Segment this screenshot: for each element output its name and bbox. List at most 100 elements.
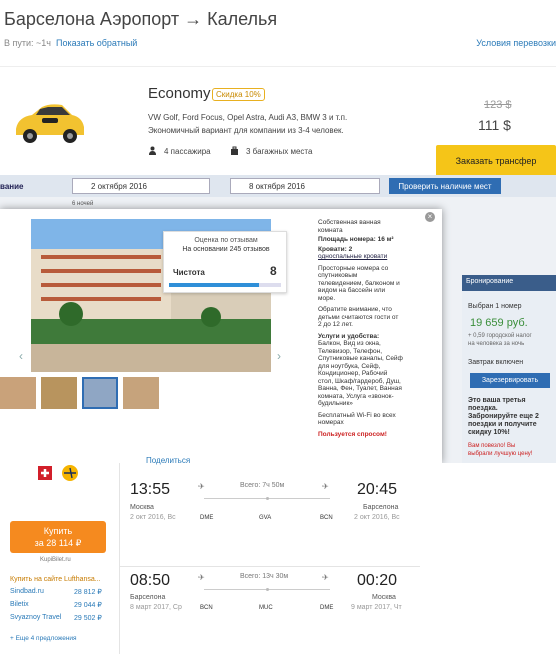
agency-price[interactable]: 28 812 ₽ <box>74 588 102 596</box>
conditions-link[interactable]: Условия перевозки <box>476 38 556 48</box>
amenities-list: комната, Услуга «звонок- <box>318 392 394 400</box>
room-description: Просторные номера со <box>318 264 389 272</box>
vendor-name: KupiBilet.ru <box>40 557 71 563</box>
loyalty-text: Забронируйте еще 2 <box>468 413 539 420</box>
check-availability-button[interactable]: Проверить наличие мест <box>389 178 501 194</box>
flight-offer-card: Поделиться Купить за 28 114 ₽ KupiBilet.… <box>0 456 556 654</box>
loyalty-text: поездка. <box>468 405 498 412</box>
luggage-icon <box>231 146 238 155</box>
wifi-note: номерах <box>318 419 344 426</box>
old-price: 123 $ <box>484 99 512 111</box>
popular-badge: Пользуется спросом! <box>318 430 387 438</box>
buy-ticket-button[interactable]: Купить за 28 114 ₽ <box>10 521 106 553</box>
checkin-select[interactable]: 2 октября 2016 <box>72 178 210 194</box>
loyalty-text: Это ваша третья <box>468 397 526 404</box>
cleanliness-label: Чистота <box>173 268 205 277</box>
agency-price[interactable]: 29 502 ₽ <box>74 614 102 622</box>
arrival-time: 20:45 <box>357 481 398 498</box>
share-link[interactable]: Поделиться <box>146 456 190 465</box>
taxi-car-image <box>16 104 84 143</box>
airport-code: MUC <box>259 605 273 611</box>
car-class-name: Economy <box>148 85 211 102</box>
takeoff-icon: ✈ <box>198 573 205 582</box>
amenities-list: для ноутбука, Сейф, <box>318 362 381 370</box>
photo-thumbnail[interactable] <box>0 377 36 409</box>
reserve-button[interactable]: Зарезервировать <box>470 373 550 388</box>
class-description: Экономичный вариант для компании из 3-4 … <box>148 126 344 135</box>
children-note: 2 до 12 лет. <box>318 321 353 328</box>
photo-thumbnail-selected[interactable] <box>82 377 118 409</box>
takeoff-icon: ✈ <box>198 482 205 491</box>
stop-dot <box>266 588 269 591</box>
booking-panel: Выбран 1 номер 19 659 руб. + 0,59 городс… <box>462 291 556 463</box>
cleanliness-bar-fill <box>169 283 259 287</box>
departure-date: 2 окт 2016, Вс <box>130 514 176 521</box>
date-search-bar: вание 2 октября 2016 8 октября 2016 Пров… <box>0 175 556 197</box>
show-return-link[interactable]: Показать обратный <box>56 38 137 48</box>
airport-code: GVA <box>259 515 272 521</box>
amenities-list: Кондиционер, Рабочий <box>318 370 388 377</box>
car-models: VW Golf, Ford Focus, Opel Astra, Audi A3… <box>148 113 348 122</box>
current-price: 111 $ <box>478 117 511 133</box>
person-icon <box>149 146 156 155</box>
airline-logos <box>38 465 78 481</box>
buy-price: за 28 114 ₽ <box>34 537 82 548</box>
more-offers-link[interactable]: + Еще 4 предложения <box>10 635 77 642</box>
airline-site-link[interactable]: Купить на сайте Lufthansa... <box>10 576 101 583</box>
transfer-card: Economy Скидка 10% VW Golf, Ford Focus, … <box>0 66 556 182</box>
checkout-select[interactable]: 8 октября 2016 <box>230 178 380 194</box>
landing-icon: ✈ <box>322 482 329 491</box>
airport-code: DME <box>200 515 214 521</box>
order-transfer-button[interactable]: Заказать трансфер <box>436 145 556 177</box>
room-details-modal: × Оценка по отзывам На основании 245 отз… <box>0 209 442 463</box>
loyalty-text: поездки и получите <box>468 421 537 428</box>
agency-name[interactable]: Svyaznoy Travel <box>10 614 61 621</box>
nights-count: 6 ночей <box>72 201 94 207</box>
room-description: море. <box>318 294 336 302</box>
amenities-list: Спутниковые каналы, Сейф <box>318 355 403 362</box>
private-bathroom-text: комната <box>318 226 343 234</box>
room-description: спутниковым <box>318 272 358 279</box>
landing-icon: ✈ <box>322 573 329 582</box>
flight-duration: Всего: 7ч 50м <box>240 482 285 489</box>
photo-thumbnail[interactable] <box>41 377 77 409</box>
room-details-list: Собственная ванная комната Площадь номер… <box>318 219 428 438</box>
buy-label: Купить <box>43 525 73 536</box>
arrival-city: Москва <box>372 594 396 601</box>
children-note: Обратите внимание, что <box>318 306 392 313</box>
cleanliness-bar <box>169 283 281 287</box>
rating-popup: Оценка по отзывам На основании 245 отзыв… <box>163 231 287 293</box>
departure-city: Москва <box>130 504 154 511</box>
best-price-text: выбрали лучшую цену! <box>468 451 533 457</box>
next-photo-icon[interactable]: › <box>272 349 286 363</box>
photo-thumbnail[interactable] <box>123 377 159 409</box>
trip-duration: В пути: ~1ч <box>4 38 51 48</box>
section-label: вание <box>0 182 24 191</box>
amenities-title: Услуги и удобства: <box>318 332 380 340</box>
agency-name[interactable]: Sindbad.ru <box>10 588 44 595</box>
children-note: детьми считаются гости от <box>318 313 399 321</box>
amenities-list: Телевизор, Телефон, <box>318 347 383 355</box>
amenities-list: будильник» <box>318 400 353 407</box>
agency-name[interactable]: Biletix <box>10 601 29 608</box>
rating-title: Оценка по отзывам <box>194 237 258 244</box>
passengers-count: 4 пассажира <box>164 147 211 156</box>
amenities-list: Ванна, Фен, Туалет, Ванная <box>318 385 402 392</box>
room-price: 19 659 руб. <box>470 317 528 329</box>
agency-price[interactable]: 29 044 ₽ <box>74 601 102 609</box>
cleanliness-score: 8 <box>270 264 277 278</box>
amenities-list: стол, Шкаф/гардероб, Душ, <box>318 377 401 385</box>
bags-count: 3 багажных места <box>246 147 313 156</box>
route-title: Барселона Аэропорт → Калелья <box>4 9 278 29</box>
departure-time: 08:50 <box>130 572 171 589</box>
beds-type-link[interactable]: односпальные кровати <box>318 253 428 261</box>
airport-code: DME <box>320 605 334 611</box>
stop-dot <box>266 497 269 500</box>
arrival-time: 00:20 <box>357 572 398 589</box>
prev-photo-icon[interactable]: ‹ <box>14 349 28 363</box>
departure-city: Барселона <box>130 594 166 601</box>
loyalty-text: скидку 10%! <box>468 429 510 436</box>
wifi-note: Бесплатный Wi-Fi во всех <box>318 411 396 419</box>
room-area: Площадь номера: 16 м² <box>318 236 394 243</box>
private-bathroom-text: Собственная ванная <box>318 219 381 226</box>
